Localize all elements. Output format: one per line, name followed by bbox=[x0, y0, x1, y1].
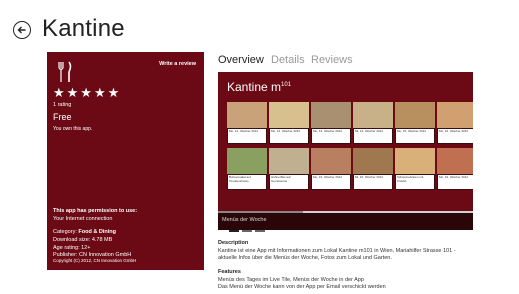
pager-dot[interactable] bbox=[255, 230, 265, 232]
food-photo bbox=[311, 102, 351, 128]
menu-tile: Mo, 16. Oktober 2012 bbox=[437, 102, 473, 144]
tile-caption: Mo, 12. Oktober 2012 bbox=[228, 129, 266, 143]
tile-caption: Mi, 13. Oktober 2012 bbox=[354, 129, 392, 143]
food-photo bbox=[269, 102, 309, 128]
category: Category: Food & Dining bbox=[53, 229, 116, 235]
permissions-title: This app has permission to use: bbox=[53, 208, 138, 214]
tile-caption: Mi, 16. Oktober 2012 bbox=[354, 175, 392, 189]
food-photo bbox=[437, 148, 473, 174]
screenshot-app-title-sup: 101 bbox=[281, 82, 292, 88]
description-line: aktuelle Infos über die Menüs der Woche,… bbox=[218, 254, 392, 261]
food-photo bbox=[353, 102, 393, 128]
tile-caption: Mo, 15. Oktober 2012 bbox=[396, 129, 434, 143]
description-line: Kantine ist eine App mit Informationen z… bbox=[218, 248, 456, 254]
menu-tile: Mi, 13. Oktober 2012 bbox=[353, 102, 393, 144]
category-value: Food & Dining bbox=[78, 229, 116, 235]
screenshot-app-title-text: Kantine m bbox=[227, 80, 282, 94]
menu-tile: Mo, 15. Oktober 2012 bbox=[395, 102, 435, 144]
menu-tile: Mo, 13. Oktober 2012 bbox=[311, 102, 351, 144]
tile-caption: Hühnerfilet auf Gemüsereis bbox=[270, 175, 308, 189]
features-heading: Features bbox=[218, 269, 241, 275]
tile-caption: Bohnensalat auf Tomatenrisotto bbox=[228, 175, 266, 189]
screenshot-app-title: Kantine m101 bbox=[227, 80, 291, 94]
back-button[interactable] bbox=[13, 21, 31, 39]
features-text: Menüs des Tages im Live Tile, Menüs der … bbox=[218, 277, 386, 290]
feature-line: Menüs des Tages im Live Tile, Menüs der … bbox=[218, 277, 364, 283]
tab-overview[interactable]: Overview bbox=[218, 54, 264, 66]
feature-line: Das Menü der Woche kann von der App per … bbox=[218, 283, 386, 290]
ownership-status: You own this app. bbox=[53, 126, 93, 132]
description-text: Kantine ist eine App mit Informationen z… bbox=[218, 248, 478, 261]
food-photo bbox=[395, 102, 435, 128]
page-title: Kantine bbox=[42, 15, 125, 42]
tile-caption: Mo, 13. Oktober 2012 bbox=[312, 129, 350, 143]
price: Free bbox=[53, 112, 72, 122]
tile-caption: Mo, 16. Oktober 2012 bbox=[438, 129, 473, 143]
menu-tile: Mo, 19. Oktober 2012 bbox=[311, 148, 351, 190]
food-photo bbox=[227, 102, 267, 128]
rating-count: 1 rating bbox=[53, 102, 72, 108]
screenshot-caption: Menüs der Woche bbox=[222, 217, 267, 223]
menu-tile: Mi, 16. Oktober 2012 bbox=[353, 148, 393, 190]
menu-tile: Bohnensalat auf Tomatenrisotto bbox=[227, 148, 267, 190]
star-rating: ★★★★★ bbox=[53, 85, 122, 100]
age-rating: Age rating: 12+ bbox=[53, 245, 91, 251]
copyright: Copyright (C) 2012, CN Innovation GmbH bbox=[53, 258, 137, 263]
food-photo bbox=[395, 148, 435, 174]
tile-caption: Mo, 12. Oktober 2012 bbox=[270, 129, 308, 143]
write-review-link[interactable]: Write a review bbox=[159, 61, 196, 67]
permission-item: Your Internet connection bbox=[53, 216, 113, 222]
menu-tile: Mo, 12. Oktober 2012 bbox=[227, 102, 267, 144]
menu-tile: Mo, 19. Oktober 2012 bbox=[437, 148, 473, 190]
screenshot-scrollbar[interactable] bbox=[218, 211, 473, 213]
screenshot-viewer[interactable]: Kantine m101 Mo, 12. Oktober 2012 Mo, 12… bbox=[218, 72, 473, 230]
pager-dot[interactable] bbox=[229, 230, 239, 232]
tile-caption: Schweinebraten mit Knödel bbox=[396, 175, 434, 189]
tab-reviews[interactable]: Reviews bbox=[311, 54, 353, 66]
fork-knife-icon bbox=[58, 61, 72, 82]
food-photo bbox=[269, 148, 309, 174]
description-heading: Description bbox=[218, 240, 249, 246]
scrollbar-thumb[interactable] bbox=[218, 211, 303, 213]
food-photo bbox=[437, 102, 473, 128]
menu-tile: Mo, 12. Oktober 2012 bbox=[269, 102, 309, 144]
menu-tile: Hühnerfilet auf Gemüsereis bbox=[269, 148, 309, 190]
pager-dot[interactable] bbox=[242, 230, 252, 232]
screenshot-caption-bar: Menüs der Woche bbox=[218, 212, 473, 230]
category-label: Category: bbox=[53, 229, 77, 235]
tile-caption: Mo, 19. Oktober 2012 bbox=[438, 175, 473, 189]
app-info-panel: Write a review ★★★★★ 1 rating Free You o… bbox=[47, 52, 204, 270]
food-photo bbox=[353, 148, 393, 174]
menu-tile: Schweinebraten mit Knödel bbox=[395, 148, 435, 190]
food-photo bbox=[311, 148, 351, 174]
food-photo bbox=[227, 148, 267, 174]
download-size: Download size: 4.78 MB bbox=[53, 237, 113, 243]
back-arrow-icon bbox=[17, 26, 26, 34]
tile-caption: Mo, 19. Oktober 2012 bbox=[312, 175, 350, 189]
tab-details[interactable]: Details bbox=[271, 54, 305, 66]
